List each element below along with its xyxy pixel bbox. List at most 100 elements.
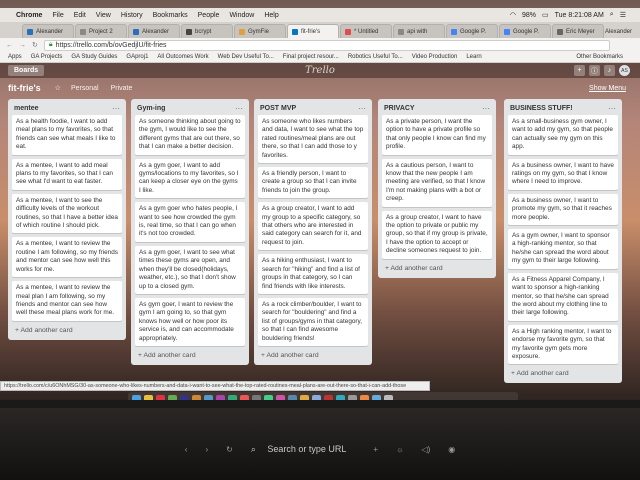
- list-title[interactable]: PRIVACY: [384, 105, 415, 112]
- board-title[interactable]: fit-frie's: [8, 83, 41, 93]
- card[interactable]: As a High ranking mentor, I want to endo…: [508, 324, 618, 365]
- card[interactable]: As a business owner, I want to promote m…: [508, 193, 618, 226]
- app-icon[interactable]: [324, 394, 333, 400]
- app-icon[interactable]: [180, 394, 189, 400]
- reload-icon[interactable]: ↻: [32, 41, 38, 49]
- bookmark-item[interactable]: GA Projects: [31, 54, 63, 60]
- app-icon[interactable]: [252, 394, 261, 400]
- touchbar-siri-icon[interactable]: ◉: [448, 445, 455, 454]
- app-icon[interactable]: [312, 394, 321, 400]
- menu-chrome[interactable]: Chrome: [16, 12, 42, 19]
- app-icon[interactable]: [228, 394, 237, 400]
- app-icon[interactable]: [288, 394, 297, 400]
- touchbar-forward-icon[interactable]: ›: [205, 445, 208, 454]
- list-menu-icon[interactable]: ···: [112, 104, 120, 113]
- app-icon[interactable]: [168, 394, 177, 400]
- card[interactable]: As a small-business gym owner, I want to…: [508, 115, 618, 155]
- card[interactable]: As a gym goer who hates people, I want t…: [135, 202, 245, 242]
- wifi-icon[interactable]: ◠: [510, 11, 516, 19]
- visibility-button[interactable]: Private: [111, 85, 133, 92]
- list-title[interactable]: POST MVP: [260, 105, 296, 112]
- finder-icon[interactable]: [132, 394, 141, 400]
- touchbar-back-icon[interactable]: ‹: [185, 445, 188, 454]
- browser-tab[interactable]: bcrypt: [181, 24, 233, 38]
- browser-tab[interactable]: api with: [393, 24, 445, 38]
- bookmark-item[interactable]: GAproj1: [126, 54, 148, 60]
- add-card-button[interactable]: + Add another card: [382, 263, 492, 274]
- team-button[interactable]: Personal: [71, 85, 99, 92]
- card[interactable]: As a gym goer, I want to see what times …: [135, 245, 245, 294]
- list-menu-icon[interactable]: ···: [608, 104, 616, 113]
- browser-tab[interactable]: Google P.: [499, 24, 551, 38]
- card[interactable]: As someone who likes numbers and data, I…: [258, 115, 368, 164]
- app-icon[interactable]: [276, 394, 285, 400]
- card[interactable]: As a mentee, I want to add meal plans to…: [12, 158, 122, 190]
- create-icon[interactable]: +: [574, 65, 585, 76]
- card[interactable]: As a mentee, I want to review the routin…: [12, 237, 122, 278]
- browser-tab[interactable]: Eric Meyer: [552, 24, 604, 38]
- add-card-button[interactable]: + Add another card: [12, 325, 122, 336]
- bookmark-item[interactable]: GA Study Guides: [71, 54, 117, 60]
- touchbar-add-tab-icon[interactable]: +: [373, 445, 378, 454]
- browser-tab-active[interactable]: fit-frie's: [287, 24, 339, 38]
- card[interactable]: As a Fitness Apparel Company, I want to …: [508, 272, 618, 321]
- app-icon[interactable]: [372, 394, 381, 400]
- menu-history[interactable]: History: [121, 12, 143, 19]
- menu-edit[interactable]: Edit: [74, 12, 86, 19]
- list-header[interactable]: Gym-ing ···: [135, 102, 245, 115]
- chrome-icon[interactable]: [144, 394, 153, 400]
- add-card-button[interactable]: + Add another card: [258, 350, 368, 361]
- card[interactable]: As a friendly person, I want to create a…: [258, 167, 368, 199]
- card[interactable]: As a group creator, I want to have the o…: [382, 210, 492, 259]
- card[interactable]: As a rock climber/boulder, I want to sea…: [258, 297, 368, 346]
- card[interactable]: As a private person, I want the option t…: [382, 115, 492, 155]
- trello-logo[interactable]: Trello: [305, 65, 335, 76]
- card[interactable]: As a mentee, I want to review the meal p…: [12, 281, 122, 321]
- trash-icon[interactable]: [384, 394, 393, 400]
- app-icon[interactable]: [348, 394, 357, 400]
- app-icon[interactable]: [264, 394, 273, 400]
- card[interactable]: As a gym owner, I want to sponsor a high…: [508, 229, 618, 269]
- battery-percent[interactable]: 98%: [522, 12, 536, 19]
- touchbar-reload-icon[interactable]: ↻: [226, 445, 233, 454]
- app-icon[interactable]: [192, 394, 201, 400]
- forward-icon[interactable]: →: [19, 42, 26, 49]
- profile-name[interactable]: Alexander: [605, 29, 640, 38]
- list-title[interactable]: mentee: [14, 105, 39, 112]
- browser-tab[interactable]: Alexander: [128, 24, 180, 38]
- notifications-icon[interactable]: ♪: [604, 65, 615, 76]
- menu-people[interactable]: People: [198, 12, 220, 19]
- list-menu-icon[interactable]: ···: [482, 104, 490, 113]
- menu-file[interactable]: File: [52, 12, 63, 19]
- add-card-button[interactable]: + Add another card: [135, 350, 245, 361]
- add-card-button[interactable]: + Add another card: [508, 368, 618, 379]
- touchbar-brightness-icon[interactable]: ☼: [396, 445, 403, 454]
- card[interactable]: As gym goer, I want to review the gym I …: [135, 297, 245, 346]
- avatar[interactable]: AS: [619, 65, 630, 76]
- app-icon[interactable]: [216, 394, 225, 400]
- bookmark-item[interactable]: Final project resour...: [283, 54, 339, 60]
- bookmark-item[interactable]: Learn: [466, 54, 481, 60]
- app-icon[interactable]: [204, 394, 213, 400]
- app-icon[interactable]: [300, 394, 309, 400]
- star-icon[interactable]: ☆: [55, 84, 61, 92]
- list-title[interactable]: Gym-ing: [137, 105, 165, 112]
- card[interactable]: As a gym goer, I want to add gyms/locati…: [135, 158, 245, 199]
- card[interactable]: As a business owner, I want to have rati…: [508, 158, 618, 190]
- clock[interactable]: Tue 8:21:08 AM: [555, 12, 604, 19]
- other-bookmarks[interactable]: Other Bookmarks: [576, 54, 631, 60]
- app-icon[interactable]: [336, 394, 345, 400]
- card[interactable]: As a group creator, I want to add my gro…: [258, 202, 368, 251]
- list-header[interactable]: BUSINESS STUFF! ···: [508, 102, 618, 115]
- list-header[interactable]: POST MVP ···: [258, 102, 368, 115]
- menu-window[interactable]: Window: [229, 12, 254, 19]
- boards-button[interactable]: Boards: [8, 65, 45, 76]
- list-menu-icon[interactable]: ···: [358, 104, 366, 113]
- back-icon[interactable]: ←: [6, 42, 13, 49]
- menu-help[interactable]: Help: [264, 12, 278, 19]
- bookmark-item[interactable]: All Outcomes Work: [157, 54, 208, 60]
- spotlight-icon[interactable]: ⌕: [610, 11, 614, 19]
- info-icon[interactable]: ⓘ: [589, 65, 600, 76]
- touchbar-search[interactable]: ⌕ Search or type URL: [251, 444, 356, 455]
- url-input[interactable]: 🔒︎ https://trello.com/b/ovGedjlU/fit-fri…: [43, 39, 610, 51]
